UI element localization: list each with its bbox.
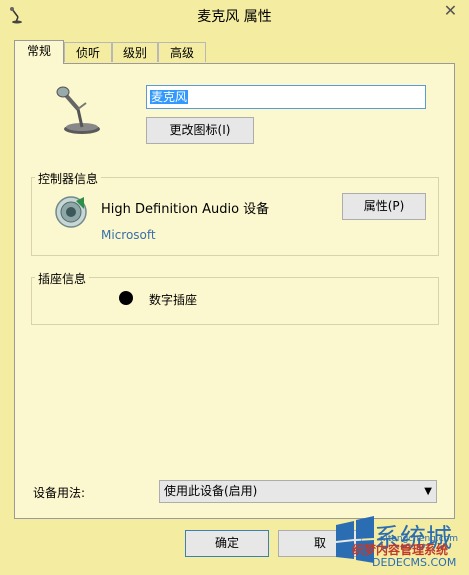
device-usage-label: 设备用法:: [33, 486, 86, 500]
ok-button[interactable]: 确定: [185, 530, 269, 557]
jack-label: 数字插座: [149, 293, 198, 307]
properties-button[interactable]: 属性(P): [342, 193, 426, 220]
tab-listen[interactable]: 侦听: [64, 42, 112, 62]
jack-group-label: 插座信息: [35, 270, 90, 287]
controller-vendor: Microsoft: [101, 228, 156, 242]
device-usage-value: 使用此设备(启用): [164, 484, 258, 498]
tab-advanced[interactable]: 高级: [158, 42, 206, 62]
chevron-down-icon: ▼: [424, 486, 432, 497]
device-usage-select[interactable]: 使用此设备(启用) ▼: [159, 480, 437, 503]
jack-dot-icon: [119, 291, 133, 305]
tab-strip: 常规 侦听 级别 高级: [14, 40, 454, 64]
microphone-icon: [56, 86, 100, 134]
controller-device-name: High Definition Audio 设备: [101, 202, 270, 217]
close-icon: ✕: [443, 1, 458, 20]
tab-general[interactable]: 常规: [14, 40, 64, 64]
change-icon-button[interactable]: 更改图标(I): [146, 117, 254, 144]
controller-group-label: 控制器信息: [35, 170, 102, 187]
window-title: 麦克风 属性: [197, 9, 272, 25]
device-name-text: 麦克风: [150, 90, 189, 104]
speaker-icon: [55, 196, 87, 228]
title-bar: 麦克风 属性 ✕: [0, 0, 469, 30]
device-name-input[interactable]: 麦克风: [146, 85, 426, 109]
watermark-text-site: xitongcheng.com: [380, 534, 458, 544]
watermark-text-url: DEDECMS.COM: [372, 556, 457, 569]
tab-levels[interactable]: 级别: [112, 42, 158, 62]
close-button[interactable]: ✕: [432, 0, 469, 24]
jack-group: [31, 277, 439, 325]
